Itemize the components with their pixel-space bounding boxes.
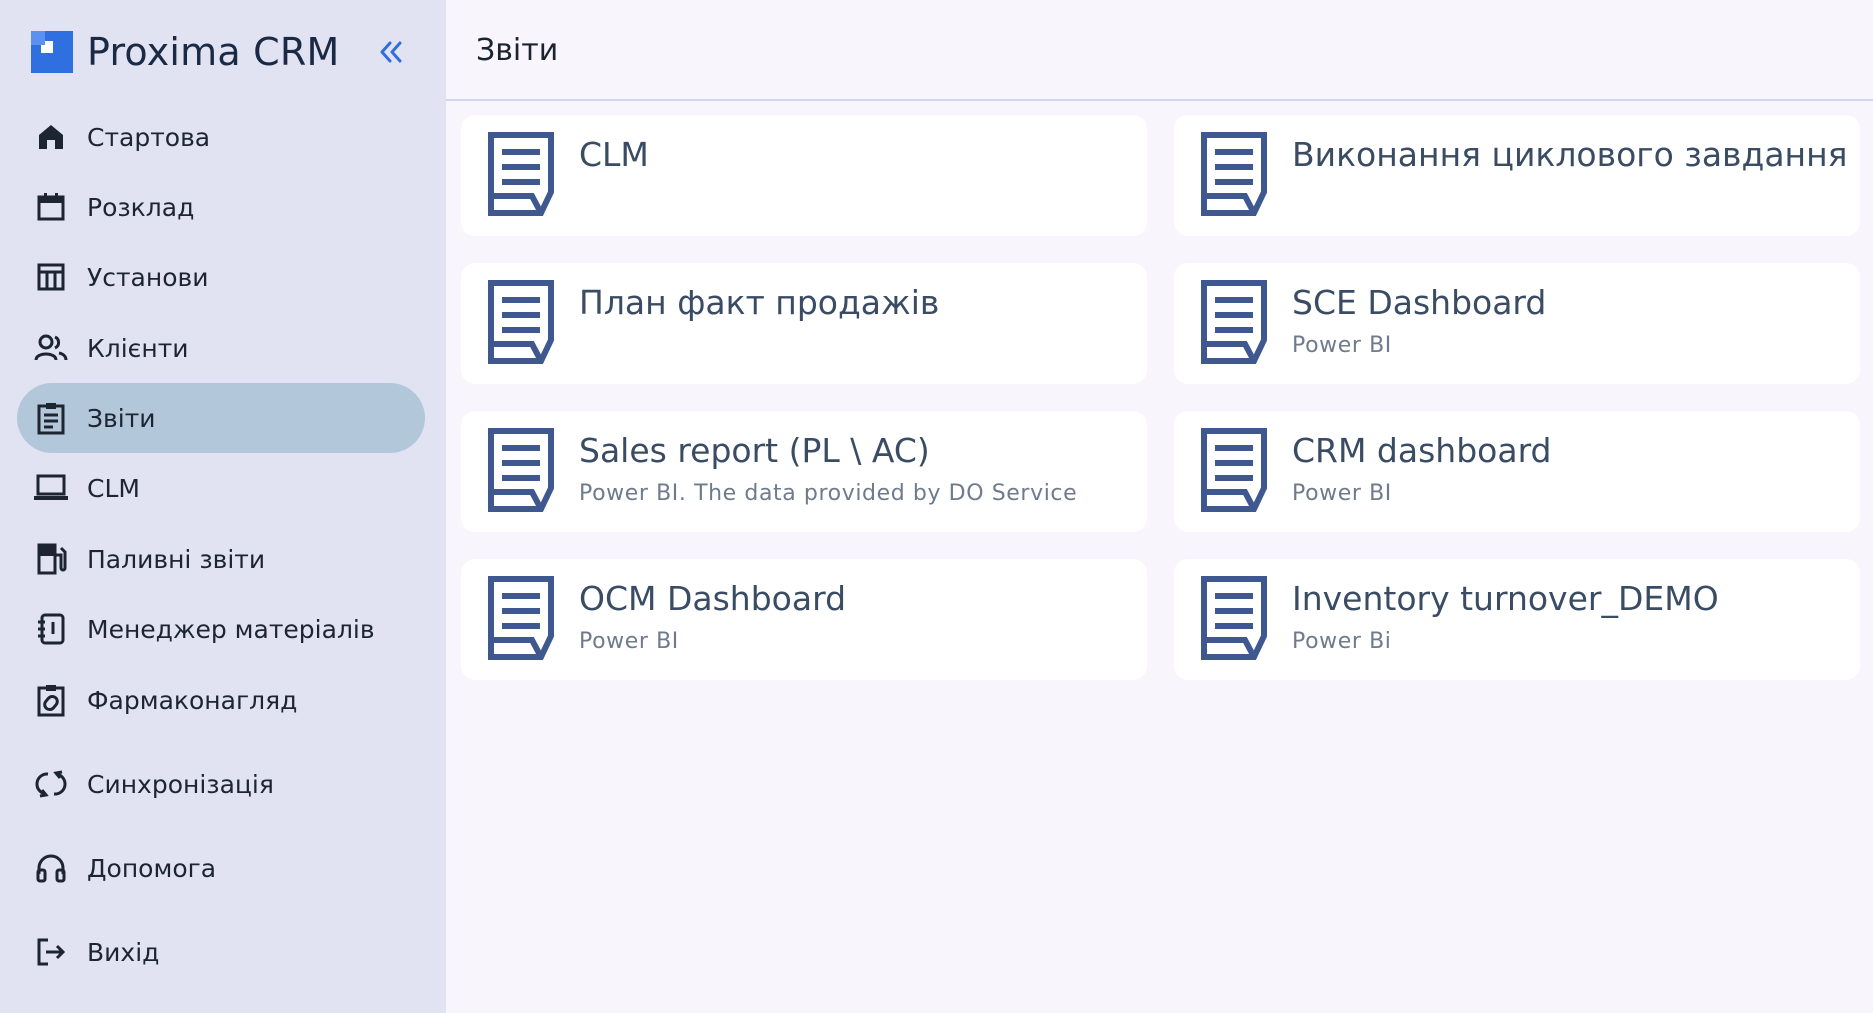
report-card[interactable]: План факт продажів [461,263,1147,384]
report-document-icon [1201,428,1267,512]
report-title: Виконання циклового завдання [1292,135,1848,174]
report-title: CLM [579,135,649,174]
sidebar-item-label: Вихід [87,937,160,967]
sidebar-item-label: Клієнти [87,333,189,363]
calendar-icon [33,189,69,225]
report-document-icon [1201,576,1267,660]
report-document-icon [488,576,554,660]
report-title: Sales report (PL \ AC) [579,431,930,470]
sidebar-item-clm[interactable]: CLM [17,453,425,523]
sidebar-item-logout[interactable]: Вихід [17,917,425,987]
report-title: OCM Dashboard [579,579,847,618]
sidebar-item-label: Установи [87,262,209,292]
report-title: CRM dashboard [1292,431,1552,470]
building-icon [33,259,69,295]
clipboard-pill-icon [33,682,69,718]
report-card[interactable]: Inventory turnover_DEMO Power Bi [1174,559,1860,680]
sidebar-item-schedule[interactable]: Розклад [17,172,425,242]
report-document-icon [488,280,554,364]
sidebar-item-label: Стартова [87,122,211,152]
page-title: Звіти [476,33,559,68]
sidebar-item-home[interactable]: Стартова [17,102,425,172]
sidebar-item-label: CLM [87,473,140,503]
sidebar-item-clients[interactable]: Клієнти [17,313,425,383]
sidebar-item-label: Допомога [87,853,217,883]
logout-icon [33,934,69,970]
sidebar-item-label: Синхронізація [87,769,274,799]
report-subtitle: Power BI. The data provided by DO Servic… [579,481,1078,506]
laptop-icon [33,470,69,506]
fuel-icon [33,541,69,577]
sidebar-item-fuel-reports[interactable]: Паливні звіти [17,524,425,594]
report-subtitle: Power BI [579,629,679,654]
sidebar-item-help[interactable]: Допомога [17,833,425,903]
sidebar-item-sync[interactable]: Синхронізація [17,749,425,819]
clipboard-icon [33,400,69,436]
report-document-icon [1201,280,1267,364]
sidebar: Proxima CRM Стартова Розклад Установи Кл… [0,0,446,1013]
app-name: Proxima CRM [87,30,340,74]
sidebar-item-label: Менеджер матеріалів [87,614,375,644]
report-document-icon [488,132,554,216]
sidebar-item-label: Фармаконагляд [87,685,298,715]
double-chevron-left-icon [380,41,402,63]
report-subtitle: Power BI [1292,333,1392,358]
headset-icon [33,850,69,886]
report-card[interactable]: CRM dashboard Power BI [1174,411,1860,532]
report-card[interactable]: SCE Dashboard Power BI [1174,263,1860,384]
sidebar-item-label: Паливні звіти [87,544,266,574]
report-title: SCE Dashboard [1292,283,1547,322]
report-card[interactable]: Виконання циклового завдання [1174,115,1860,236]
collapse-sidebar-button[interactable] [373,34,409,70]
report-card[interactable]: OCM Dashboard Power BI [461,559,1147,680]
report-subtitle: Power BI [1292,481,1392,506]
home-icon [33,119,69,155]
report-card[interactable]: CLM [461,115,1147,236]
report-card[interactable]: Sales report (PL \ AC) Power BI. The dat… [461,411,1147,532]
sidebar-item-reports[interactable]: Звіти [17,383,425,453]
report-title: Inventory turnover_DEMO [1292,579,1719,618]
report-title: План факт продажів [579,283,940,322]
sidebar-item-institutions[interactable]: Установи [17,242,425,312]
sidebar-item-label: Звіти [87,403,156,433]
report-document-icon [1201,132,1267,216]
report-document-icon [488,428,554,512]
report-subtitle: Power Bi [1292,629,1392,654]
page-header: Звіти [446,0,1873,101]
users-icon [33,330,69,366]
sidebar-item-pharmacovigilance[interactable]: Фармаконагляд [17,665,425,735]
brand[interactable]: Proxima CRM [31,30,339,74]
proxima-logo-icon [31,31,73,73]
notebook-icon [33,611,69,647]
sidebar-item-label: Розклад [87,192,195,222]
sidebar-item-material-manager[interactable]: Менеджер матеріалів [17,594,425,664]
sync-icon [33,766,69,802]
